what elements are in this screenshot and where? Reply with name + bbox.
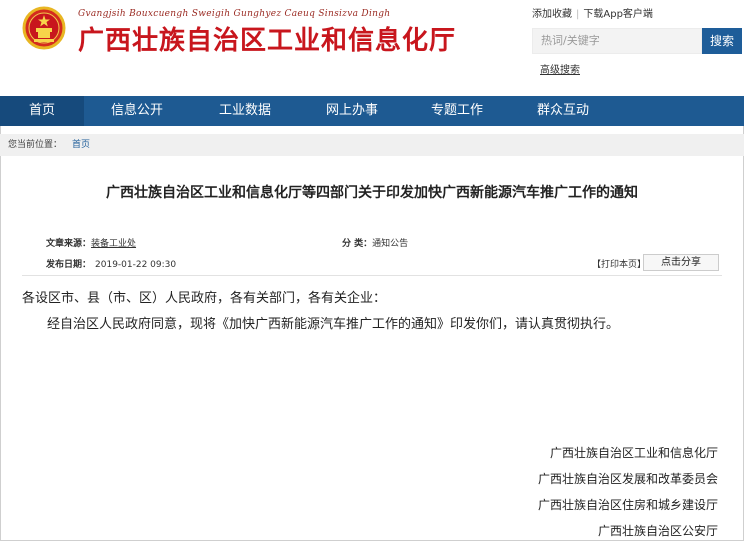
date-label: 发布日期：: [46, 260, 92, 270]
search-button[interactable]: 搜索: [702, 28, 742, 54]
share-button[interactable]: 点击分享: [643, 254, 719, 271]
print-page-link[interactable]: 【打印本页】: [592, 257, 646, 270]
add-favorite-link[interactable]: 添加收藏: [532, 9, 572, 20]
advanced-search-link[interactable]: 高级搜索: [540, 61, 580, 76]
search-input[interactable]: 热词/关键字: [532, 28, 702, 54]
site-title: 广西壮族自治区工业和信息化厅: [78, 26, 457, 56]
date-value: 2019-01-22 09:30: [95, 260, 177, 270]
nav-industry-data[interactable]: 工业数据: [190, 96, 300, 126]
source-value-link[interactable]: 装备工业处: [91, 239, 136, 249]
breadcrumb-prefix: 您当前位置：: [8, 140, 63, 150]
top-links-separator: |: [576, 9, 580, 20]
article-source: 文章来源：装备工业处: [46, 236, 136, 249]
download-app-link[interactable]: 下载App客户端: [583, 9, 653, 20]
signatory-3: 广西壮族自治区住房和城乡建设厅: [537, 498, 718, 512]
nav-special-topics[interactable]: 专题工作: [404, 96, 510, 126]
signatory-4: 广西壮族自治区公安厅: [597, 524, 718, 538]
breadcrumb: 您当前位置： 首页: [0, 134, 744, 156]
top-links: 添加收藏 | 下载App客户端: [532, 5, 653, 20]
article-category: 分 类：通知公告: [342, 236, 408, 249]
breadcrumb-home-link[interactable]: 首页: [72, 140, 90, 150]
signatory-1: 广西壮族自治区工业和信息化厅: [549, 446, 718, 460]
category-label: 分 类：: [342, 239, 373, 249]
national-emblem-icon: [22, 6, 66, 50]
article-title: 广西壮族自治区工业和信息化厅等四部门关于印发加快广西新能源汽车推广工作的通知: [106, 185, 638, 201]
source-label: 文章来源：: [46, 239, 92, 249]
category-value: 通知公告: [372, 239, 409, 249]
meta-divider: [22, 275, 722, 276]
nav-public-interaction[interactable]: 群众互动: [510, 96, 616, 126]
signatory-2: 广西壮族自治区发展和改革委员会: [537, 472, 718, 486]
nav-online-services[interactable]: 网上办事: [300, 96, 404, 126]
main-nav: 首页 信息公开 工业数据 网上办事 专题工作 群众互动: [0, 96, 744, 126]
site-pinyin-title: Gvangjsih Bouxcuengh Sweigih Gunghyez Ca…: [78, 9, 391, 19]
article-salutation: 各设区市、县（市、区）人民政府，各有关部门，各有关企业：: [22, 291, 387, 306]
article-paragraph: 经自治区人民政府同意，现将《加快广西新能源汽车推广工作的通知》印发你们，请认真贯…: [47, 317, 620, 332]
nav-info-disclosure[interactable]: 信息公开: [84, 96, 190, 126]
nav-home[interactable]: 首页: [0, 96, 84, 126]
site-header: Gvangjsih Bouxcuengh Sweigih Gunghyez Ca…: [0, 0, 744, 96]
article-date: 发布日期： 2019-01-22 09:30: [46, 257, 176, 270]
